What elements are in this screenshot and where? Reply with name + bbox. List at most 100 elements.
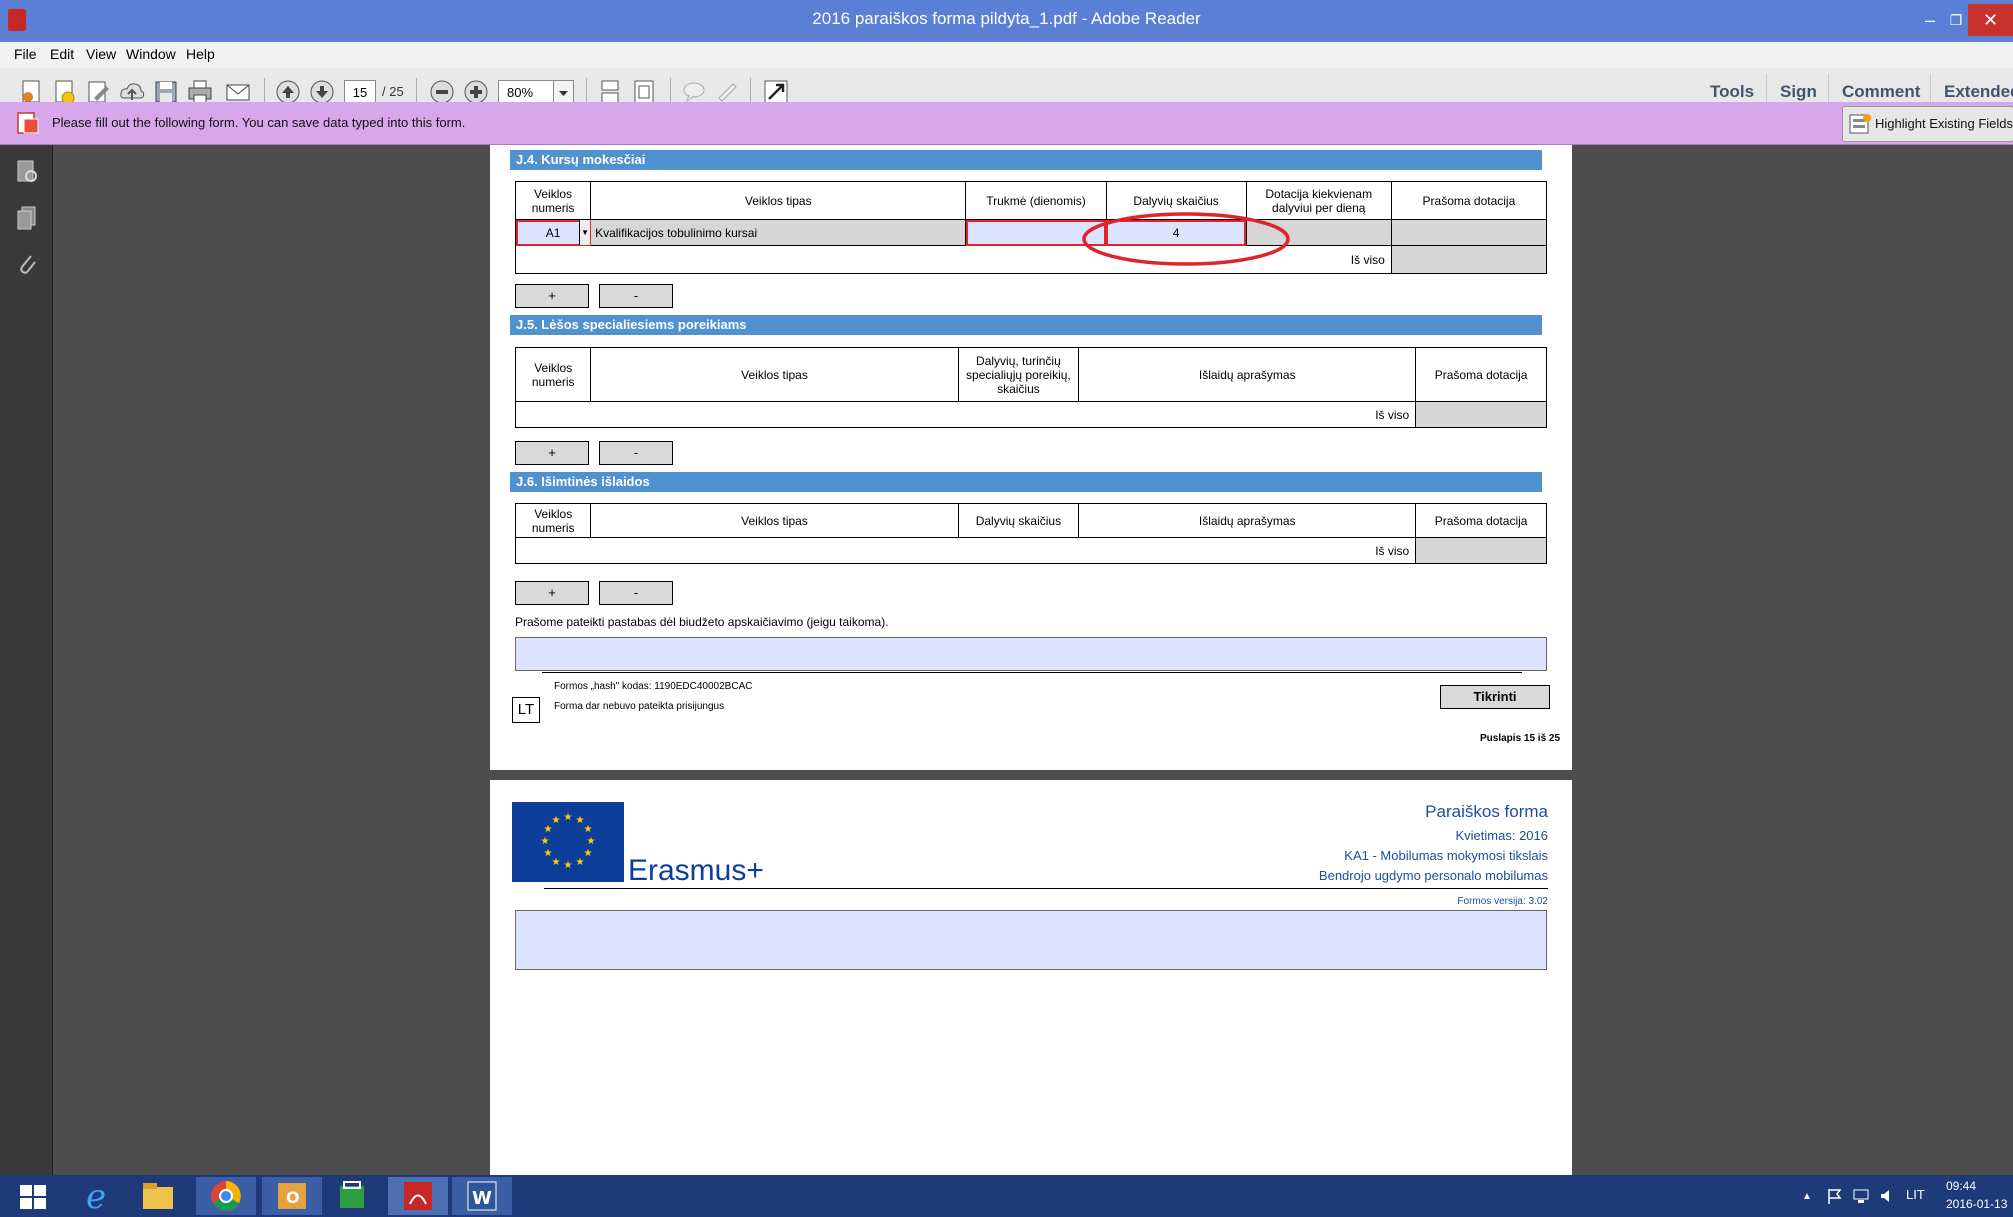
menu-bar: File Edit View Window Help — [0, 42, 2013, 69]
section-j6-heading: J.6. Išimtinės išlaidos — [510, 472, 1542, 492]
form-fill-icon — [17, 112, 39, 134]
submission-status: Forma dar nebuvo pateikta prisijungus — [554, 701, 725, 712]
page16-text-field[interactable] — [515, 910, 1547, 970]
col-header: Veiklos numeris — [514, 347, 592, 402]
svg-text:★: ★ — [544, 848, 553, 859]
total-value — [1415, 401, 1547, 428]
col-header: Prašoma dotacija — [1390, 181, 1548, 220]
col-header: Dalyvių skaičius — [957, 503, 1080, 538]
pdf-page-15: J.4. Kursų mokesčiai Veiklos numeris Vei… — [490, 145, 1572, 770]
close-button[interactable]: ✕ — [1968, 4, 2013, 36]
network-icon[interactable] — [1852, 1187, 1870, 1205]
svg-text:★: ★ — [564, 812, 573, 823]
budget-notes-field[interactable] — [515, 637, 1547, 671]
highlight-existing-fields-label: Highlight Existing Fields — [1875, 116, 2013, 131]
col-header: Veiklos tipas — [590, 347, 959, 402]
chevron-down-icon[interactable]: ▼ — [579, 220, 591, 245]
highlight-fields-icon — [1849, 114, 1871, 134]
zoom-value: 80% — [507, 85, 534, 100]
svg-text:★: ★ — [587, 836, 596, 847]
col-header: Išlaidų aprašymas — [1078, 347, 1417, 402]
restore-button[interactable]: ❐ — [1944, 4, 1968, 36]
divider — [544, 888, 1548, 889]
pages-icon[interactable] — [16, 205, 38, 231]
add-row-button[interactable]: + — [515, 441, 589, 465]
add-row-button[interactable]: + — [515, 581, 589, 605]
total-label: Iš viso — [514, 537, 1417, 564]
attachments-icon[interactable] — [16, 251, 38, 277]
j4-table: Veiklos numeris Veiklos tipas Trukmė (di… — [514, 181, 1548, 274]
form-version: Formos versija: 3.02 — [1457, 896, 1548, 907]
internet-explorer-icon[interactable]: e — [66, 1177, 126, 1215]
outlook-icon[interactable]: O — [262, 1177, 322, 1215]
action-center-flag-icon[interactable] — [1826, 1187, 1844, 1205]
action-name: KA1 - Mobilumas mokymosi tikslais — [1344, 848, 1548, 863]
sign-link[interactable]: Sign — [1780, 82, 1817, 102]
col-header: Veiklos tipas — [590, 503, 959, 538]
clock-time[interactable]: 09:44 — [1946, 1179, 1976, 1193]
col-header: Veiklos numeris — [514, 503, 592, 538]
col-header: Prašoma dotacija — [1415, 347, 1547, 402]
extended-link[interactable]: Extended — [1944, 82, 2013, 102]
notes-label: Prašome pateikti pastabas dėl biudžeto a… — [515, 615, 889, 629]
col-header: Išlaidų aprašymas — [1078, 503, 1417, 538]
section-j4-heading: J.4. Kursų mokesčiai — [510, 150, 1542, 170]
tools-link[interactable]: Tools — [1710, 82, 1754, 102]
svg-text:★: ★ — [584, 824, 593, 835]
menu-edit[interactable]: Edit — [50, 46, 74, 62]
svg-text:★: ★ — [541, 836, 550, 847]
col-header: Veiklos tipas — [590, 181, 967, 220]
pdf-page-16: ★ ★ ★ ★ ★ ★ ★ ★ ★ ★ ★ ★ Erasmus+ Paraiškos forma … — [490, 780, 1572, 1175]
word-icon[interactable]: W — [452, 1177, 512, 1215]
annotation-ellipse — [1082, 212, 1290, 266]
check-button[interactable]: Tikrinti — [1440, 685, 1550, 709]
erasmus-brand: Erasmus+ — [628, 854, 764, 887]
remove-row-button[interactable]: - — [599, 284, 673, 308]
add-row-button[interactable]: + — [515, 284, 589, 308]
menu-help[interactable]: Help — [186, 46, 215, 62]
input-language[interactable]: LIT — [1906, 1187, 1925, 1202]
form-hash: Formos „hash" kodas: 1190EDC40002BCAC — [554, 681, 753, 692]
total-value — [1390, 245, 1548, 274]
minimize-button[interactable]: – — [1918, 4, 1942, 36]
chrome-icon[interactable] — [196, 1177, 256, 1215]
svg-text:e: e — [86, 1177, 106, 1215]
page-thumbnails-icon[interactable] — [16, 159, 38, 185]
adobe-reader-task-icon[interactable] — [388, 1177, 448, 1215]
remove-row-button[interactable]: - — [599, 581, 673, 605]
comment-link[interactable]: Comment — [1842, 82, 1920, 102]
remove-row-button[interactable]: - — [599, 441, 673, 465]
store-icon[interactable] — [322, 1177, 382, 1215]
svg-text:★: ★ — [552, 857, 561, 868]
mobility-type: Bendrojo ugdymo personalo mobilumas — [1318, 868, 1548, 883]
menu-view[interactable]: View — [86, 46, 116, 62]
show-hidden-icons[interactable]: ▲ — [1802, 1191, 1812, 1202]
activity-number-select[interactable]: A1 ▼ — [514, 219, 592, 246]
total-label: Iš viso — [514, 401, 1417, 428]
form-notification-bar: Please fill out the following form. You … — [0, 102, 2013, 145]
menu-file[interactable]: File — [14, 46, 37, 62]
activity-number-value: A1 — [545, 225, 561, 240]
highlight-existing-fields-button[interactable]: Highlight Existing Fields — [1842, 106, 2013, 142]
windows-start-icon[interactable] — [20, 1185, 46, 1209]
total-value — [1415, 537, 1547, 564]
volume-icon[interactable] — [1878, 1187, 1896, 1205]
col-header: Dalyvių, turinčių specialiųjų poreikių, … — [957, 347, 1080, 402]
svg-text:★: ★ — [576, 857, 585, 868]
svg-text:★: ★ — [552, 815, 561, 826]
call-year: Kvietimas: 2016 — [1455, 828, 1549, 843]
page-total-label: / 25 — [382, 84, 404, 99]
svg-text:★: ★ — [584, 848, 593, 859]
windows-taskbar: e O W ▲ LIT 09:44 2016-01-13 — [0, 1175, 2013, 1217]
svg-text:O: O — [286, 1188, 300, 1207]
svg-text:★: ★ — [564, 860, 573, 871]
j6-table: Veiklos numeris Veiklos tipas Dalyvių sk… — [514, 503, 1547, 564]
eu-flag-icon: ★ ★★★ ★★★★ ★★★★ — [512, 802, 624, 882]
file-explorer-icon[interactable] — [128, 1177, 188, 1215]
clock-date[interactable]: 2016-01-13 — [1946, 1197, 2007, 1211]
activity-type-field[interactable]: Kvalifikacijos tobulinimo kursai — [590, 219, 967, 246]
section-j5-heading: J.5. Lėšos specialiesiems poreikiams — [510, 315, 1542, 335]
col-header: Veiklos numeris — [514, 181, 592, 220]
menu-window[interactable]: Window — [126, 46, 176, 62]
form-message: Please fill out the following form. You … — [52, 115, 466, 130]
